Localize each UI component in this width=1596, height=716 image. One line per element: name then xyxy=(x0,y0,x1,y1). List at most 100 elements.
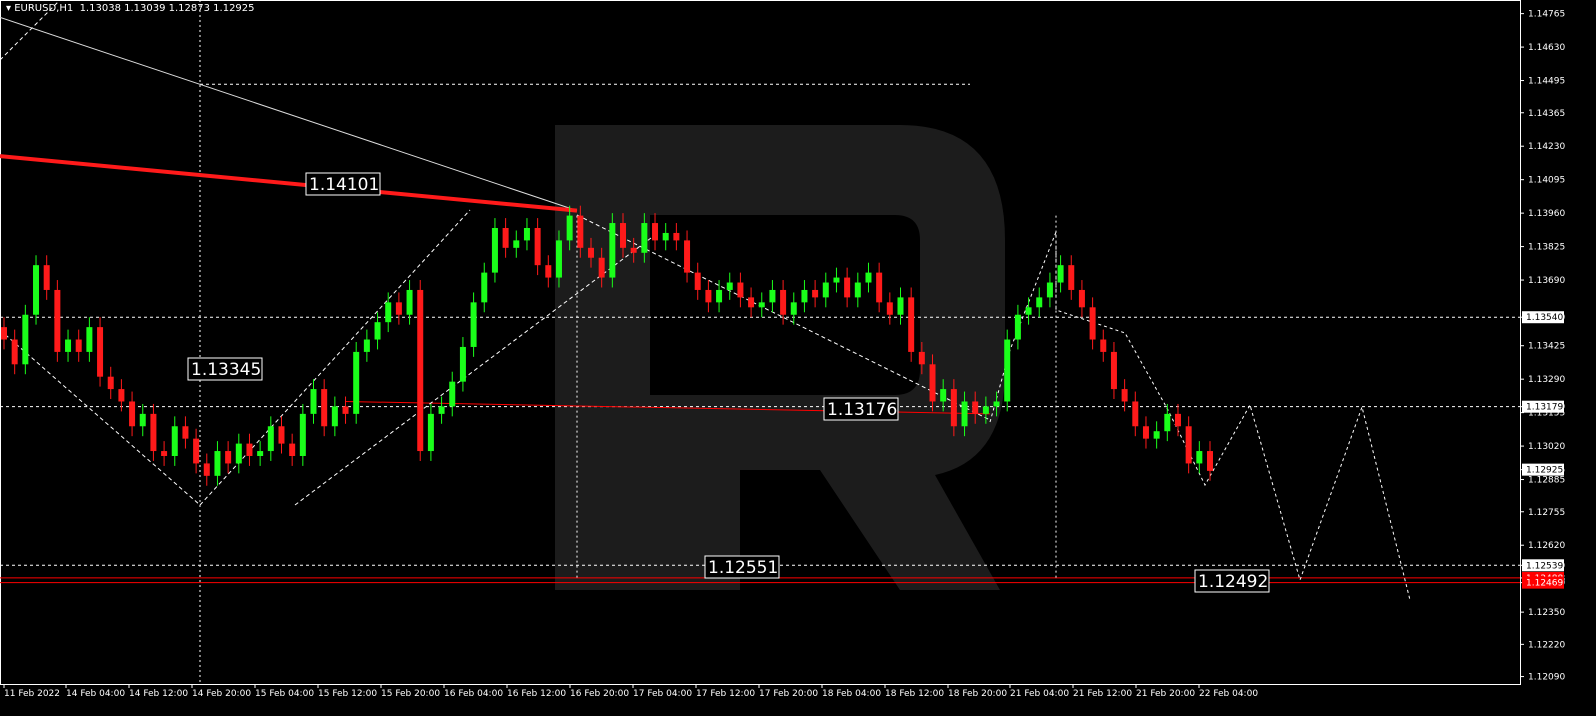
candle-body xyxy=(1,327,7,340)
y-tick-label: 1.12755 xyxy=(1528,508,1565,518)
candle-body xyxy=(257,451,264,456)
x-tick-label: 15 Feb 12:00 xyxy=(318,689,377,699)
y-tick-label: 1.13825 xyxy=(1528,243,1565,253)
candle-body xyxy=(1110,351,1117,390)
x-tick-label: 17 Feb 20:00 xyxy=(759,689,818,699)
candle-body xyxy=(982,406,989,414)
y-tick-label: 1.14765 xyxy=(1528,10,1565,20)
candle-body xyxy=(1185,426,1192,464)
x-tick-label: 18 Feb 20:00 xyxy=(948,689,1007,699)
candle-body xyxy=(801,289,808,303)
candle-body xyxy=(97,327,104,377)
candle-body xyxy=(406,289,413,315)
candle-body xyxy=(438,406,445,414)
x-tick-label: 16 Feb 20:00 xyxy=(570,689,629,699)
candle-body xyxy=(353,351,360,414)
x-tick-label: 15 Feb 04:00 xyxy=(255,689,314,699)
candle-body xyxy=(609,223,616,278)
candle-body xyxy=(470,302,477,347)
candle-body xyxy=(267,426,274,452)
x-tick-label: 11 Feb 2022 xyxy=(4,689,60,699)
y-tick-label: 1.13290 xyxy=(1528,375,1565,385)
candle-body xyxy=(246,443,253,456)
candle-body xyxy=(630,247,637,253)
candle-body xyxy=(139,413,146,427)
candle-body xyxy=(289,443,296,456)
x-tick-label: 17 Feb 12:00 xyxy=(696,689,755,699)
candle-body xyxy=(374,322,381,340)
x-tick-label: 21 Feb 12:00 xyxy=(1073,689,1132,699)
candle-body xyxy=(993,401,1000,407)
price-chart[interactable]: 1.14101 1.13345 1.13176 1.12551 1.12492 1.147… xyxy=(0,0,1596,716)
candle-body xyxy=(417,289,424,452)
candle-body xyxy=(620,223,627,248)
annotation-label: 1.13176 xyxy=(827,400,897,420)
candle-body xyxy=(598,257,605,278)
candle-body xyxy=(1036,297,1043,308)
candle-body xyxy=(1014,314,1021,340)
candle-body xyxy=(897,297,904,315)
candle-body xyxy=(54,289,61,352)
candle-body xyxy=(587,247,594,258)
candle-body xyxy=(1132,401,1139,427)
y-tick-label: 1.13960 xyxy=(1528,209,1565,219)
y-tick-label: 1.12350 xyxy=(1528,608,1565,618)
candle-body xyxy=(844,277,851,298)
x-tick-label: 21 Feb 04:00 xyxy=(1010,689,1069,699)
candle-body xyxy=(171,426,178,456)
candle-body xyxy=(1174,413,1181,427)
candle-body xyxy=(331,406,338,427)
candle-body xyxy=(961,401,968,427)
candle-body xyxy=(1025,307,1032,315)
candle-body xyxy=(833,277,840,283)
y-tick-label: 1.13425 xyxy=(1528,342,1565,352)
x-tick-label: 14 Feb 12:00 xyxy=(129,689,188,699)
candle-body xyxy=(705,289,712,303)
y-tick-label: 1.12885 xyxy=(1528,476,1565,486)
x-tick-label: 18 Feb 12:00 xyxy=(885,689,944,699)
candle-body xyxy=(918,351,925,365)
y-tick-label: 1.14230 xyxy=(1528,142,1565,152)
annotation-label: 1.12492 xyxy=(1198,572,1268,592)
candle-body xyxy=(161,451,168,456)
candle-body xyxy=(812,289,819,298)
candle-body xyxy=(577,215,584,248)
candle-body xyxy=(1068,265,1075,290)
y-tick-label: 1.14495 xyxy=(1528,77,1565,87)
y-tick-label: 1.12220 xyxy=(1528,640,1565,650)
candle-body xyxy=(342,406,349,414)
channel-line xyxy=(0,0,61,61)
candle-body xyxy=(940,389,947,402)
y-tick-label: 1.12090 xyxy=(1528,673,1565,683)
candle-body xyxy=(33,265,40,315)
forecast-path xyxy=(989,231,1411,601)
x-tick-label: 14 Feb 04:00 xyxy=(66,689,125,699)
candle-body xyxy=(758,302,765,308)
y-tick-label: 1.13690 xyxy=(1528,276,1565,286)
candle-body xyxy=(203,463,210,476)
candle-body xyxy=(652,223,659,241)
price-label: 1.13179 xyxy=(1526,403,1563,413)
price-label: 1.12539 xyxy=(1526,561,1563,571)
candle-body xyxy=(641,223,648,253)
candle-body xyxy=(908,297,915,352)
candle-body xyxy=(214,451,221,476)
candle-body xyxy=(1142,426,1149,439)
price-label: 1.13540 xyxy=(1526,313,1563,323)
candle-body xyxy=(11,339,18,365)
candle-body xyxy=(972,401,979,414)
candle-body xyxy=(876,272,883,303)
watermark-logo xyxy=(555,125,1005,590)
candle-body xyxy=(694,272,701,290)
candle-body xyxy=(1121,389,1128,402)
candle-body xyxy=(929,364,936,402)
candle-body xyxy=(310,389,317,414)
candle-body xyxy=(150,413,157,452)
candle-body xyxy=(107,376,114,390)
y-tick-label: 1.14095 xyxy=(1528,176,1565,186)
candle-body xyxy=(75,339,82,352)
candle-body xyxy=(822,282,829,298)
price-label: 1.12925 xyxy=(1526,466,1563,476)
x-tick-label: 15 Feb 20:00 xyxy=(381,689,440,699)
candle-body xyxy=(1164,413,1171,432)
